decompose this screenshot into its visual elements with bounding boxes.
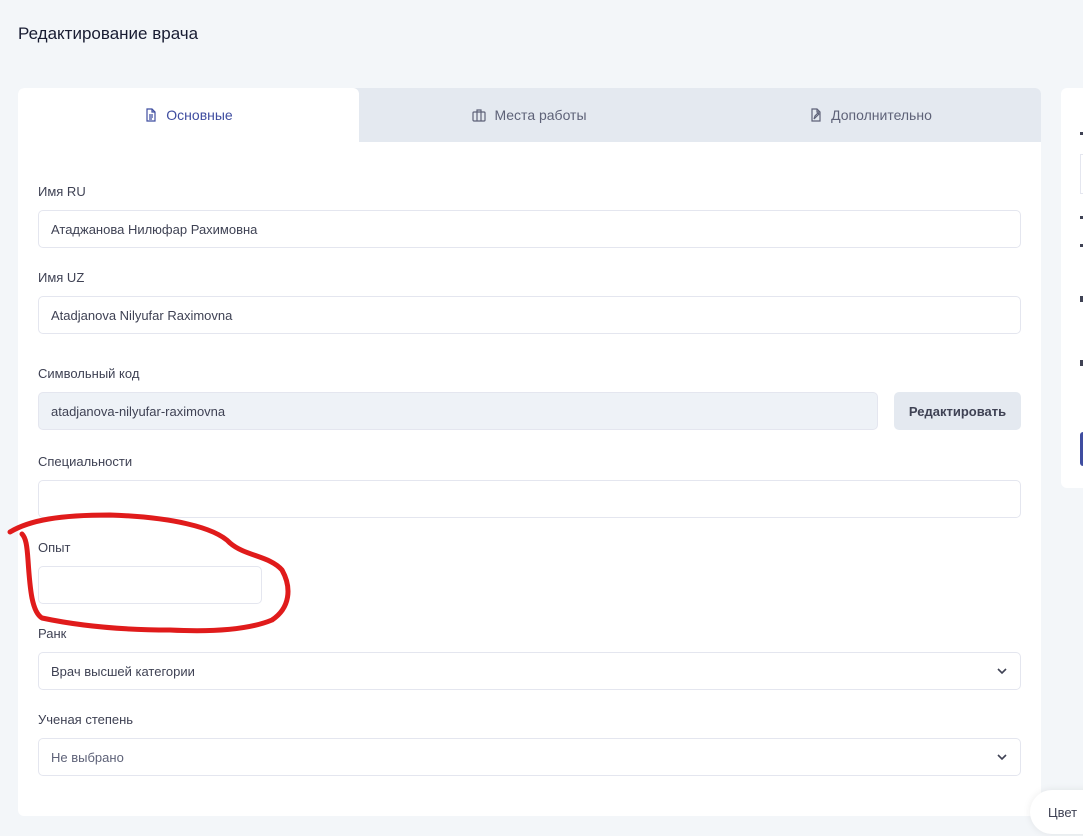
side-panel (1061, 88, 1083, 488)
tab-workplaces-label: Места работы (494, 107, 587, 123)
chevron-down-icon (997, 754, 1007, 761)
name-ru-label: Имя RU (38, 184, 86, 199)
degree-value: Не выбрано (51, 749, 124, 765)
name-ru-input[interactable]: Атаджанова Нилюфар Рахимовна (38, 210, 1021, 248)
degree-label: Ученая степень (38, 712, 134, 727)
slug-input[interactable]: atadjanova-nilyufar-raximovna (38, 392, 878, 430)
tab-workplaces[interactable]: Места работы (359, 88, 700, 142)
page-title: Редактирование врача (18, 24, 199, 43)
document-edit-icon (811, 108, 821, 122)
specialties-input[interactable] (38, 480, 1021, 518)
rank-select[interactable]: Врач высшей категории (38, 652, 1021, 690)
rank-value: Врач высшей категории (51, 663, 195, 679)
color-widget-label: Цвет (1048, 804, 1078, 820)
briefcase-icon (472, 109, 487, 122)
experience-label: Опыт (38, 540, 71, 555)
tab-additional[interactable]: Дополнительно (700, 88, 1041, 142)
edit-slug-button[interactable]: Редактировать (894, 392, 1021, 430)
name-uz-input[interactable]: Atadjanova Nilyufar Raximovna (38, 296, 1021, 334)
chevron-down-icon (997, 668, 1007, 675)
name-uz-value: Atadjanova Nilyufar Raximovna (51, 307, 233, 323)
slug-value: atadjanova-nilyufar-raximovna (51, 403, 226, 419)
specialties-label: Специальности (38, 454, 133, 469)
doctor-edit-card: Основные Места работы Дополнительно Имя … (18, 88, 1041, 816)
tab-bar: Основные Места работы Дополнительно (18, 88, 1041, 142)
experience-input[interactable] (38, 566, 262, 604)
color-widget[interactable]: Цвет (1030, 790, 1083, 834)
tab-main[interactable]: Основные (18, 88, 359, 142)
degree-select[interactable]: Не выбрано (38, 738, 1021, 776)
slug-label: Символьный код (38, 366, 140, 381)
tab-additional-label: Дополнительно (831, 107, 932, 123)
document-icon (146, 108, 156, 122)
name-uz-label: Имя UZ (38, 270, 85, 285)
name-ru-value: Атаджанова Нилюфар Рахимовна (51, 221, 258, 237)
rank-label: Ранк (38, 626, 67, 641)
tab-main-label: Основные (166, 107, 233, 123)
